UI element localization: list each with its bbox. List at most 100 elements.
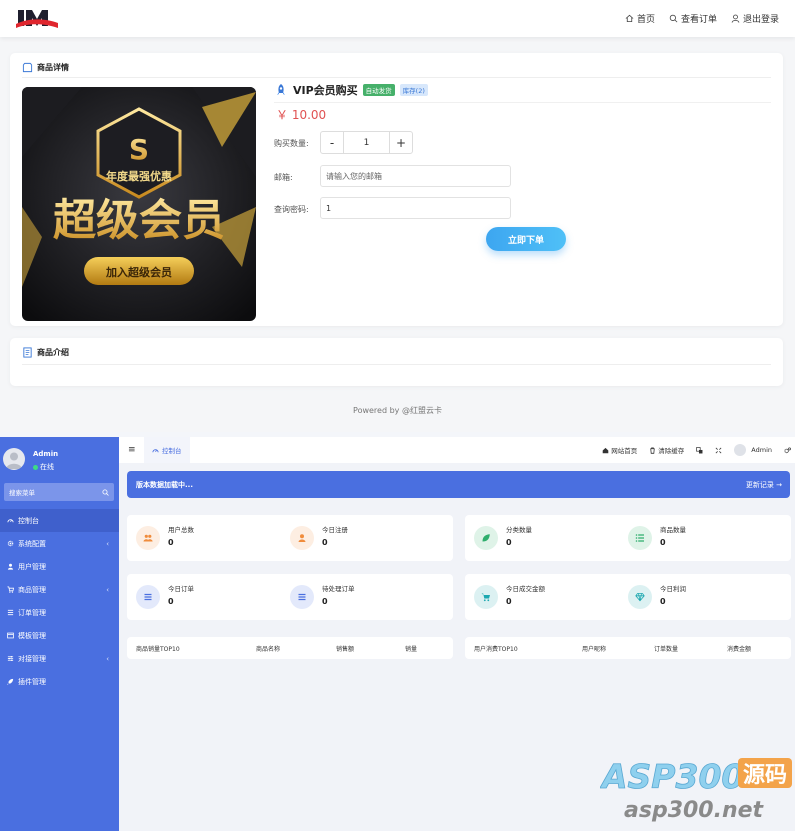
sidebar-item-dashboard[interactable]: 控制台 bbox=[0, 509, 119, 532]
nav-orders-link[interactable]: 查看订单 bbox=[669, 12, 717, 25]
query-password-field[interactable] bbox=[320, 197, 511, 219]
sidebar-item-label: 商品管理 bbox=[18, 585, 46, 594]
menu-search-input[interactable]: 搜索菜单 bbox=[4, 483, 114, 501]
sidebar-item-system-config[interactable]: 系统配置 ‹ bbox=[0, 532, 119, 555]
product-intro-card: 商品介绍 bbox=[10, 338, 783, 386]
site-home-button[interactable]: 网站首页 bbox=[602, 445, 637, 455]
stat-value: 0 bbox=[168, 597, 174, 606]
diamond-icon bbox=[628, 585, 652, 609]
dashboard-icon bbox=[7, 519, 14, 523]
email-field[interactable] bbox=[320, 165, 511, 187]
title-divider bbox=[274, 102, 771, 103]
language-button[interactable] bbox=[696, 446, 703, 454]
product-detail-card: 商品详情 S 年度最强优惠 超级会员 加入超级会员 VIP会员购买 自动发货 库… bbox=[10, 53, 783, 326]
table-header: 销量 bbox=[405, 646, 418, 653]
sidebar-item-label: 系统配置 bbox=[18, 539, 46, 548]
admin-username: Admin bbox=[33, 450, 59, 458]
image-promo-text: 年度最强优惠 bbox=[106, 169, 172, 183]
list-icon bbox=[7, 609, 14, 616]
stock-badge: 库存(2) bbox=[399, 84, 428, 96]
stat-pending-orders: 待处理订单 0 bbox=[281, 574, 441, 620]
fullscreen-button[interactable] bbox=[715, 447, 722, 454]
quantity-decrease-button[interactable]: - bbox=[321, 132, 344, 153]
intro-card-title: 商品介绍 bbox=[37, 348, 69, 357]
version-notice-bar: 版本数据加载中... 更新记录 → bbox=[127, 471, 790, 498]
online-status: 在线 bbox=[33, 462, 54, 472]
sidebar-item-orders[interactable]: 订单管理 bbox=[0, 601, 119, 624]
settings-button[interactable] bbox=[784, 447, 791, 454]
quantity-value[interactable]: 1 bbox=[344, 132, 389, 153]
trash-icon bbox=[650, 446, 655, 454]
sidebar-item-plugins[interactable]: 插件管理 bbox=[0, 670, 119, 693]
sidebar-menu: 控制台 系统配置 ‹ 用户管理 商品管理 ‹ 订单管理 模板管理 对接管理 ‹ … bbox=[0, 509, 119, 693]
stats-panel-orders: 今日订单 0 待处理订单 0 bbox=[127, 574, 453, 620]
top-products-table: 商品销量TOP10 商品名称 销售额 销量 bbox=[127, 637, 453, 659]
stat-label: 待处理订单 bbox=[322, 585, 355, 593]
dashboard-icon bbox=[152, 448, 159, 452]
sidebar-item-users[interactable]: 用户管理 bbox=[0, 555, 119, 578]
stat-label: 今日利润 bbox=[660, 585, 686, 593]
nav-home-link[interactable]: 首页 bbox=[625, 12, 655, 25]
detail-divider bbox=[22, 77, 771, 78]
rocket-icon bbox=[7, 678, 14, 685]
stats-panel-users: 用户总数 0 今日注册 0 bbox=[127, 515, 453, 561]
site-home-label: 网站首页 bbox=[611, 447, 638, 455]
product-image: S 年度最强优惠 超级会员 加入超级会员 bbox=[22, 87, 256, 321]
site-logo[interactable] bbox=[16, 6, 58, 30]
menu-icon bbox=[136, 585, 160, 609]
stat-value: 0 bbox=[322, 597, 328, 606]
admin-sidebar: Admin 在线 搜索菜单 控制台 系统配置 ‹ 用户管理 商品管理 ‹ 订单管… bbox=[0, 437, 119, 831]
sidebar-item-products[interactable]: 商品管理 ‹ bbox=[0, 578, 119, 601]
users-icon bbox=[136, 526, 160, 550]
version-notice-text: 版本数据加载中... bbox=[136, 481, 193, 489]
topbar-username: Admin bbox=[751, 446, 772, 454]
table-title: 用户消费TOP10 bbox=[474, 646, 518, 653]
list-icon bbox=[628, 526, 652, 550]
gear-icon bbox=[784, 447, 791, 453]
stats-panel-revenue: 今日成交金额 0 今日利润 0 bbox=[465, 574, 791, 620]
stat-product-count: 商品数量 0 bbox=[619, 515, 779, 561]
tab-label: 控制台 bbox=[162, 447, 182, 455]
image-button-text: 加入超级会员 bbox=[105, 265, 172, 279]
chevron-left-icon: ‹ bbox=[106, 539, 109, 548]
quantity-stepper: - 1 + bbox=[320, 131, 413, 154]
translate-icon bbox=[696, 446, 703, 453]
template-icon bbox=[7, 632, 14, 639]
stat-label: 今日注册 bbox=[322, 526, 348, 534]
user-menu[interactable]: Admin bbox=[734, 444, 772, 456]
menu-toggle-icon[interactable]: ≡ bbox=[128, 445, 136, 455]
search-icon[interactable] bbox=[102, 488, 109, 496]
table-header: 订单数量 bbox=[654, 646, 679, 653]
store-navbar: 首页 查看订单 退出登录 bbox=[0, 0, 795, 37]
leaf-icon bbox=[474, 526, 498, 550]
stat-label: 分类数量 bbox=[506, 526, 532, 534]
table-header: 销售额 bbox=[336, 646, 355, 653]
sidebar-item-label: 模板管理 bbox=[18, 631, 46, 640]
quantity-increase-button[interactable]: + bbox=[389, 132, 412, 153]
stat-value: 0 bbox=[322, 538, 328, 547]
email-label: 邮箱: bbox=[274, 173, 293, 182]
sliders-icon bbox=[7, 655, 14, 662]
intro-card-header: 商品介绍 bbox=[22, 347, 69, 358]
watermark-brand: ASP300 bbox=[600, 757, 744, 796]
nav-home-label: 首页 bbox=[636, 15, 655, 25]
cart-icon bbox=[7, 586, 14, 593]
query-password-label: 查询密码: bbox=[274, 205, 309, 214]
fullscreen-icon bbox=[715, 447, 722, 453]
sidebar-item-templates[interactable]: 模板管理 bbox=[0, 624, 119, 647]
avatar[interactable] bbox=[3, 448, 25, 470]
menu-icon bbox=[290, 585, 314, 609]
clear-cache-button[interactable]: 清除缓存 bbox=[649, 445, 684, 455]
nav-logout-link[interactable]: 退出登录 bbox=[731, 12, 779, 25]
stat-today-registrations: 今日注册 0 bbox=[281, 515, 441, 561]
watermark-url: asp300.net bbox=[624, 798, 765, 823]
stat-label: 用户总数 bbox=[168, 526, 194, 534]
tab-dashboard[interactable]: 控制台 bbox=[144, 437, 190, 463]
place-order-button[interactable]: 立即下单 bbox=[486, 227, 566, 251]
stat-value: 0 bbox=[660, 597, 666, 606]
stat-label: 今日订单 bbox=[168, 585, 194, 593]
sidebar-item-docking[interactable]: 对接管理 ‹ bbox=[0, 647, 119, 670]
table-header: 用户昵称 bbox=[582, 646, 607, 653]
search-icon bbox=[669, 14, 678, 23]
changelog-link[interactable]: 更新记录 → bbox=[746, 480, 782, 490]
